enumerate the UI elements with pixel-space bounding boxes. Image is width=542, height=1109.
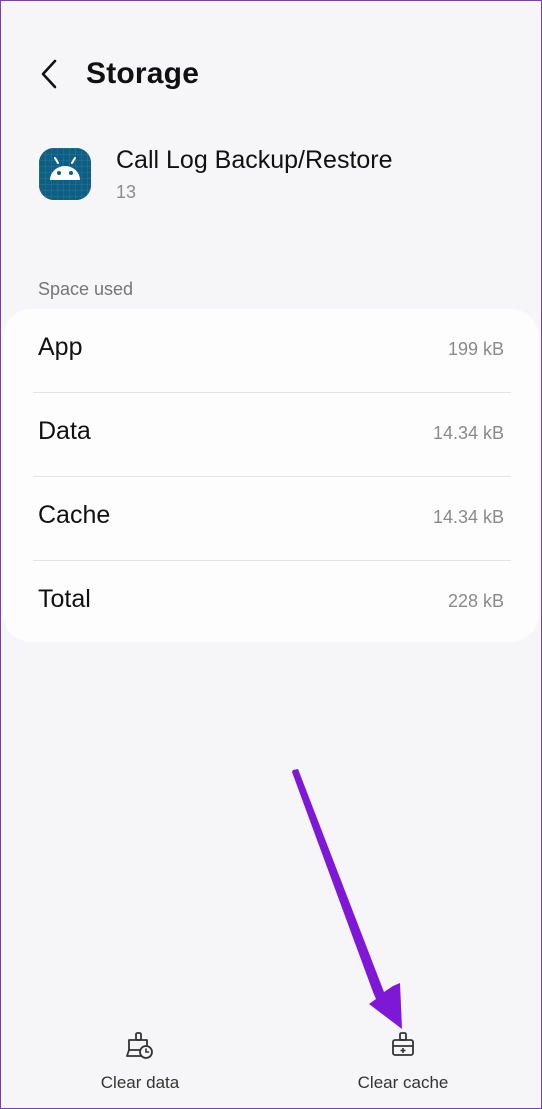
page-title: Storage	[86, 57, 200, 90]
row-label: Data	[38, 417, 91, 445]
section-label-space-used: Space used	[38, 279, 134, 299]
top-app-bar: Storage	[1, 41, 541, 111]
android-icon	[39, 148, 91, 200]
storage-row-app: App 199 kB	[3, 309, 539, 393]
clear-cache-button[interactable]: Clear cache	[303, 1021, 503, 1101]
back-arrow-icon	[41, 59, 57, 89]
clear-data-icon	[126, 1032, 153, 1059]
storage-row-total: Total 228 kB	[3, 561, 539, 645]
row-label: Cache	[38, 501, 111, 529]
row-value: 228 kB	[447, 591, 504, 611]
clear-cache-icon	[392, 1032, 414, 1056]
row-value: 199 kB	[447, 339, 504, 359]
row-label: App	[38, 333, 83, 361]
row-value: 14.34 kB	[432, 423, 504, 443]
app-name: Call Log Backup/Restore	[116, 146, 393, 174]
bottom-action-bar: Clear data Clear cache	[1, 1021, 541, 1101]
storage-card: App 199 kB Data 14.34 kB Cache 14.34 kB …	[3, 309, 539, 642]
storage-row-cache: Cache 14.34 kB	[3, 477, 539, 561]
storage-row-data: Data 14.34 kB	[3, 393, 539, 477]
back-button[interactable]	[31, 56, 67, 92]
clear-data-button[interactable]: Clear data	[40, 1021, 240, 1101]
row-label: Total	[38, 585, 91, 613]
row-value: 14.34 kB	[432, 507, 504, 527]
clear-data-label: Clear data	[100, 1073, 180, 1092]
clear-cache-label: Clear cache	[357, 1073, 449, 1092]
app-version: 13	[116, 182, 137, 202]
app-info: Call Log Backup/Restore 13	[39, 146, 519, 206]
